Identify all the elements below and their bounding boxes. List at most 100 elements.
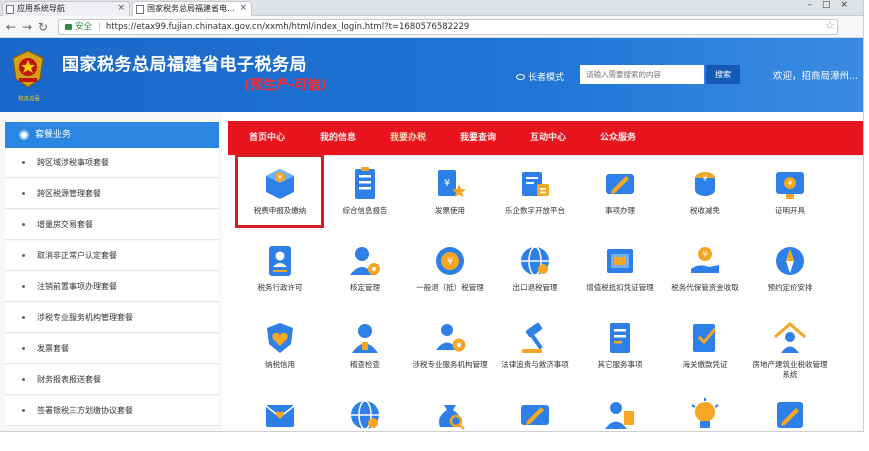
globe-icon (521, 246, 549, 276)
forward-icon[interactable]: → (22, 19, 32, 35)
sidebar-item[interactable]: 取消非正常户认定套餐 (5, 241, 219, 271)
service-tile-label: 证明开具 (775, 206, 805, 215)
service-tile-label: 法律追责与救济事项 (501, 360, 569, 369)
environment-label: (预生产-可信) (244, 78, 327, 93)
sidebar-title[interactable]: 套餐业务 (5, 122, 219, 148)
sidebar-title-label: 套餐业务 (35, 130, 72, 140)
close-icon[interactable]: × (117, 2, 125, 15)
elder-mode-toggle[interactable]: 长者模式 (516, 70, 564, 83)
main-menu: 首页中心 我的信息 我要办税 我要查询 互动中心 公众服务 (228, 121, 863, 155)
service-tile[interactable] (325, 393, 405, 431)
service-tile[interactable]: ¥ 税务代保管资金收取 (665, 239, 745, 307)
sidebar-item[interactable]: 注销前置事项办理套餐 (5, 272, 219, 302)
search-input[interactable] (580, 65, 704, 84)
bulb-icon (691, 398, 719, 428)
lock-icon (65, 24, 72, 30)
menu-divider (229, 155, 863, 156)
service-tile[interactable]: 涉税专业服务机构管理 (410, 316, 490, 384)
tab-home[interactable]: 首页中心 (242, 121, 292, 155)
service-tile[interactable] (580, 393, 660, 431)
svg-text:¥: ¥ (444, 178, 450, 189)
platform-icon (522, 172, 549, 196)
bullet-icon (22, 378, 25, 381)
service-tile[interactable]: 乐企数字开放平台 (495, 162, 575, 230)
service-tile[interactable]: 事项办理 (580, 162, 660, 230)
back-icon[interactable]: ← (6, 19, 16, 35)
bullet-icon (22, 285, 25, 288)
tab-do-tax[interactable]: 我要办税 (380, 121, 436, 155)
service-tile[interactable]: 纳税信用 (240, 316, 320, 384)
service-tile[interactable] (495, 393, 575, 431)
bookmark-star-icon[interactable]: ☆ (825, 19, 835, 33)
service-tile[interactable] (750, 393, 830, 431)
sidebar-item-label: 签署银税三方划缴协议套餐 (37, 406, 133, 415)
sidebar-item-label: 取消非正常户认定套餐 (37, 251, 117, 260)
sidebar-item[interactable]: 跨区域涉税事项套餐 (5, 148, 219, 178)
tab-strip: 应用系统导航 × 国家税务总局福建省电... × –□× (0, 0, 863, 16)
address-bar: ← → ↻ 安全 | https://etax99.fujian.chinatax.… (0, 16, 863, 38)
service-tile-label: 增值税抵扣凭证管理 (586, 283, 654, 292)
sidebar-item[interactable]: 发票套餐 (5, 334, 219, 364)
id-card-icon (269, 246, 291, 276)
url-input[interactable]: 安全 | https://etax99.fujian.chinatax.gov.cn… (58, 19, 838, 35)
service-tile-label: 事项办理 (605, 206, 635, 215)
tab-my-info[interactable]: 我的信息 (310, 121, 366, 155)
service-tile[interactable]: 增值税抵扣凭证管理 (580, 239, 660, 307)
sidebar-item[interactable]: 财务报表报送套餐 (5, 365, 219, 395)
service-tile[interactable]: ¥ 证明开具 (750, 162, 830, 230)
reload-icon[interactable]: ↻ (38, 19, 48, 35)
service-tile[interactable]: 出口退税管理 (495, 239, 575, 307)
certificate-icon: ¥ (776, 172, 804, 199)
money-hand-icon: ¥ (691, 247, 719, 273)
browser-tab-label: 应用系统导航 (17, 4, 65, 13)
welcome-text[interactable]: 欢迎，招商局漳州... (773, 68, 858, 82)
bullet-icon (22, 316, 25, 319)
service-tile[interactable]: ¥ 发票使用 (410, 162, 490, 230)
page-icon (6, 5, 14, 14)
service-tile[interactable] (410, 393, 490, 431)
sidebar-item[interactable]: 跨区税源管理套餐 (5, 179, 219, 209)
service-tile[interactable]: 海关缴款凭证 (665, 316, 745, 384)
user-gear-icon (350, 247, 380, 275)
sidebar-item[interactable]: 增量房交易套餐 (5, 210, 219, 240)
search-button[interactable]: 搜索 (706, 65, 740, 84)
sidebar: 套餐业务 跨区域涉税事项套餐 跨区税源管理套餐 增量房交易套餐 取消非正常户认定… (0, 112, 222, 431)
service-tile-label: 其它服务事项 (597, 360, 643, 369)
browser-tab-etax[interactable]: 国家税务总局福建省电... × (132, 1, 252, 16)
service-tile[interactable]: ¥ 税收减免 (665, 162, 745, 230)
sidebar-item[interactable]: 涉税专业服务机构管理套餐 (5, 303, 219, 333)
invoice-star-icon: ¥ (438, 170, 466, 198)
service-tile-label: 出口退税管理 (512, 283, 558, 292)
browser-tab-nav[interactable]: 应用系统导航 × (2, 1, 130, 16)
service-tile[interactable] (240, 393, 320, 431)
check-doc-icon (693, 324, 717, 352)
pen-doc-icon (777, 402, 803, 428)
sidebar-item[interactable]: 签署银税三方划缴协议套餐 (5, 396, 219, 426)
service-tile[interactable]: 稽查检查 (325, 316, 405, 384)
tab-interact[interactable]: 互动中心 (520, 121, 576, 155)
service-tile[interactable] (665, 393, 745, 431)
ticket-pen-icon (521, 405, 549, 425)
service-tile[interactable]: ¥ 一般退（抵）税管理 (410, 239, 490, 307)
film-receipt-icon (607, 249, 633, 273)
window-controls[interactable]: –□× (807, 0, 858, 10)
service-tile[interactable]: 房地产建筑业税收管理系统 (750, 316, 830, 384)
tax-emblem-icon[interactable] (10, 49, 46, 89)
document-icon (355, 167, 375, 199)
service-tile-label: 涉税专业服务机构管理 (412, 360, 488, 369)
service-tile-label: 海关缴款凭证 (682, 360, 728, 369)
person-icon (352, 324, 378, 353)
service-tile[interactable]: 预约定价安排 (750, 239, 830, 307)
tab-public[interactable]: 公众服务 (590, 121, 646, 155)
service-tile[interactable]: 综合信息报告 (325, 162, 405, 230)
secure-label: 安全 (75, 22, 93, 32)
close-icon[interactable]: × (239, 2, 247, 15)
service-tile[interactable]: 其它服务事项 (580, 316, 660, 384)
tab-query[interactable]: 我要查询 (450, 121, 506, 155)
service-tile-label: 核定管理 (350, 283, 380, 292)
service-tile[interactable]: 核定管理 (325, 239, 405, 307)
bullet-icon (22, 161, 25, 164)
sidebar-item-label: 发票套餐 (37, 344, 69, 353)
service-tile[interactable]: 法律追责与救济事项 (495, 316, 575, 384)
service-tile[interactable]: 税务行政许可 (240, 239, 320, 307)
